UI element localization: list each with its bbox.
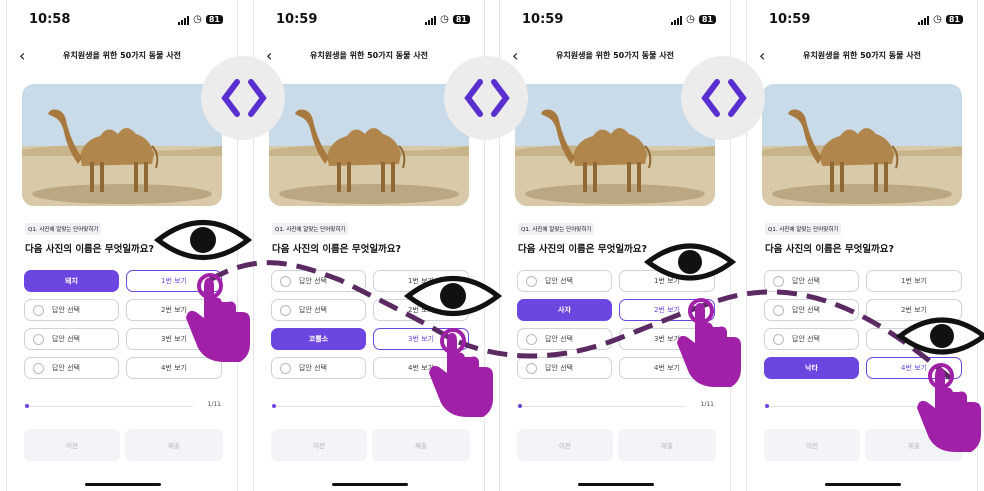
eye-icon bbox=[153, 220, 253, 260]
pointing-hand-icon bbox=[186, 273, 250, 362]
gaze-path bbox=[208, 260, 952, 380]
gaze-overlay bbox=[153, 220, 984, 452]
eye-icon bbox=[643, 243, 737, 281]
pointing-hand-icon bbox=[677, 298, 741, 387]
eye-icon bbox=[403, 276, 503, 316]
eye-icon bbox=[895, 317, 984, 355]
